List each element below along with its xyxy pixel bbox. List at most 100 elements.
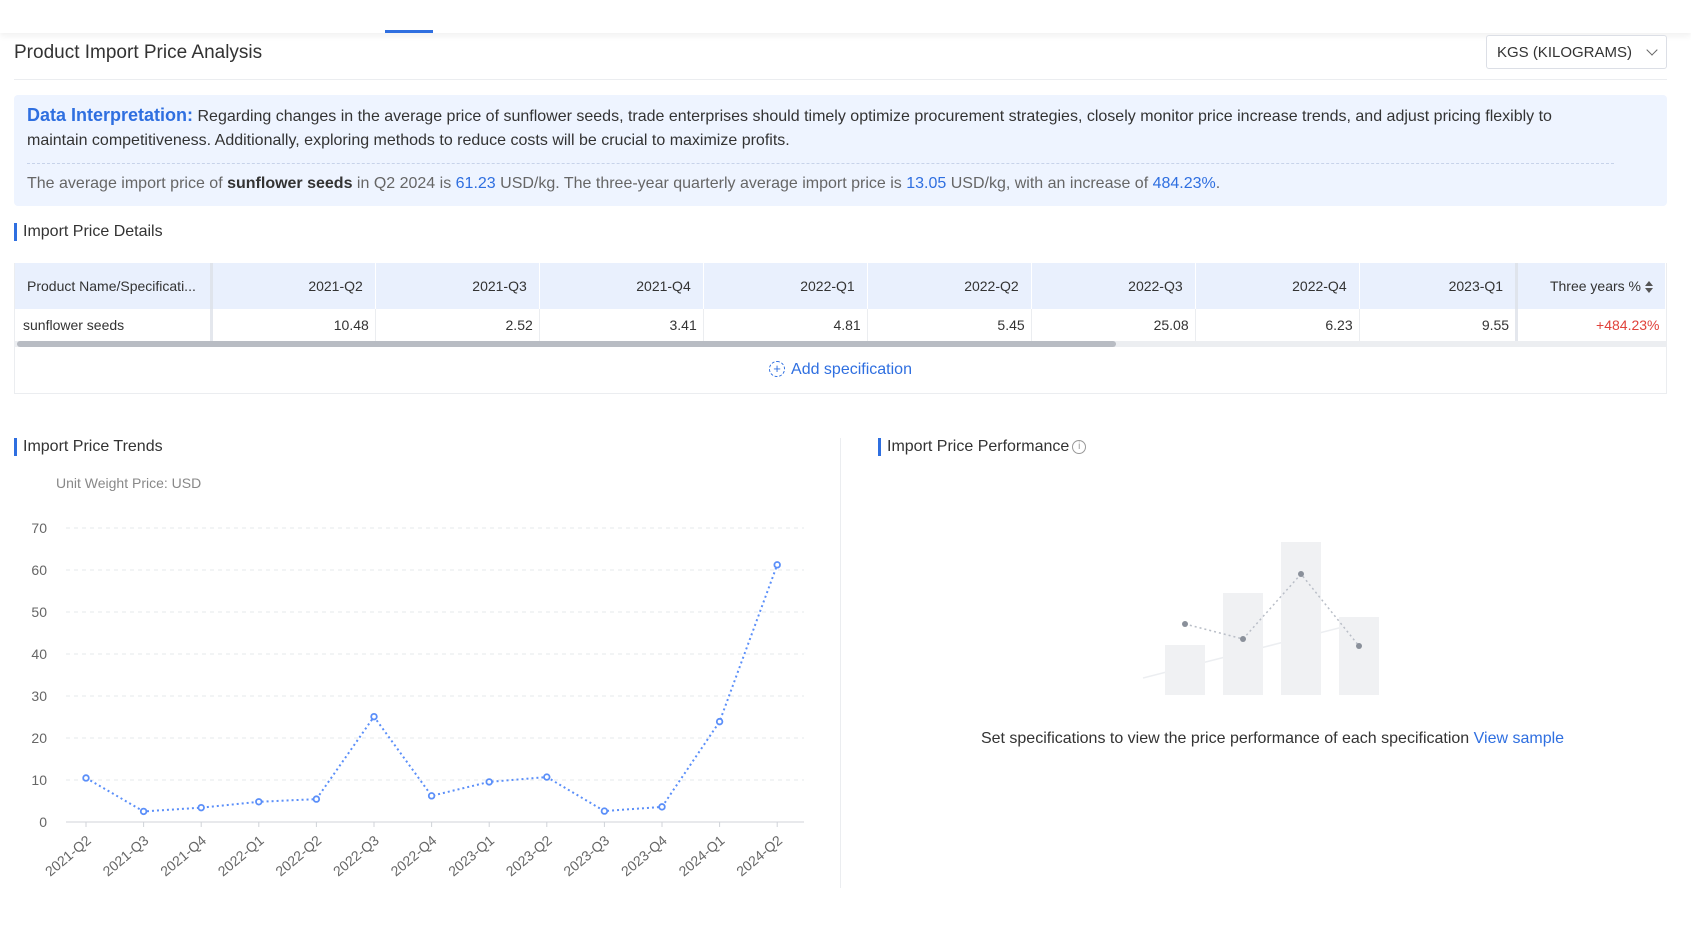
unit-select-value: KGS (KILOGRAMS) (1496, 44, 1632, 61)
y-tick-label: 50 (31, 604, 47, 620)
price-analysis-panel: Product Import Price Analysis KGS (KILOG… (14, 33, 1667, 888)
interpretation-label: Data Interpretation: (27, 105, 194, 125)
column-header: 2023-Q1 (1359, 263, 1518, 309)
unit-select[interactable]: KGS (KILOGRAMS) (1485, 35, 1667, 69)
x-tick-label: 2023-Q4 (618, 832, 670, 879)
column-header: 2022-Q1 (703, 263, 868, 309)
table-header-row: Product Name/Specificati... 2021-Q2 2021… (15, 263, 1666, 309)
import-price-trends-title: Import Price Trends (14, 438, 834, 456)
import-price-performance-panel: Import Price Performance i Set specificat… (878, 438, 1667, 888)
x-tick-label: 2023-Q2 (503, 832, 555, 879)
stats-text: in Q2 2024 is (352, 175, 456, 192)
x-tick-label: 2022-Q2 (272, 832, 324, 879)
illustration-bar (1223, 593, 1263, 695)
x-tick-label: 2021-Q2 (42, 832, 94, 879)
illustration-bar (1281, 542, 1321, 695)
table-cell: 2.52 (375, 309, 540, 341)
column-header: 2021-Q2 (211, 263, 376, 309)
data-point (543, 773, 551, 781)
table-horizontal-scrollbar[interactable] (15, 341, 1666, 347)
plus-circle-icon: + (769, 360, 786, 377)
info-circle-icon[interactable]: i (1072, 439, 1087, 454)
y-tick-label: 30 (31, 688, 47, 704)
x-tick-label: 2024-Q1 (676, 832, 728, 879)
stats-product: sunflower seeds (227, 175, 353, 192)
column-header: 2022-Q4 (1195, 263, 1360, 309)
interpretation-paragraph: Data Interpretation: Regarding changes i… (27, 103, 1654, 153)
illustration-point (1298, 571, 1304, 577)
illustration-point (1182, 621, 1188, 627)
dashed-divider (27, 163, 1614, 164)
data-point (255, 798, 263, 806)
illustration-bar (1339, 617, 1379, 695)
add-specification-button[interactable]: + Add specification (15, 347, 1666, 393)
page-title: Product Import Price Analysis (14, 42, 263, 63)
y-axis-label: Unit Weight Price: USD (56, 475, 201, 491)
x-tick-label: 2022-Q1 (215, 832, 267, 879)
table-cell: 9.55 (1359, 309, 1518, 341)
column-header-three-years-sortable[interactable]: Three years % (1515, 263, 1666, 309)
y-tick-label: 40 (31, 646, 47, 662)
data-point (312, 795, 321, 803)
data-interpretation-box: Data Interpretation: Regarding changes i… (14, 95, 1667, 206)
stats-text: USD/kg. The three-year quarterly average… (495, 175, 907, 192)
chevron-down-icon (1646, 44, 1658, 56)
x-tick-label: 2022-Q4 (388, 832, 440, 879)
import-price-trend-chart: Unit Weight Price: USD 0 10 20 30 40 50 60 70 2… (31, 475, 804, 879)
scrollbar-thumb[interactable] (17, 341, 1116, 347)
table-cell-three-years: +484.23% (1515, 309, 1666, 341)
y-tick-label: 20 (31, 730, 47, 746)
data-point (139, 807, 148, 816)
interpretation-text: Regarding changes in the average price o… (27, 108, 1552, 149)
panel-header: Product Import Price Analysis KGS (KILOG… (14, 33, 1667, 80)
y-tick-label: 10 (31, 772, 47, 788)
data-point (485, 778, 493, 786)
stats-text: The average import price of (27, 175, 228, 192)
illustration-bar (1165, 645, 1205, 695)
column-header-label: Three years % (1549, 278, 1641, 294)
performance-empty-message: Set specifications to view the price per… (878, 730, 1667, 748)
stats-text: . (1215, 175, 1221, 192)
table-cell: 4.81 (703, 309, 868, 341)
table-cell: 25.08 (1031, 309, 1196, 341)
column-header: 2021-Q3 (375, 263, 540, 309)
column-header: 2022-Q3 (1031, 263, 1196, 309)
sort-icon[interactable] (1645, 281, 1653, 294)
empty-state-illustration (1142, 542, 1379, 695)
import-price-details-title: Import Price Details (14, 223, 1667, 241)
x-tick-label: 2023-Q3 (560, 832, 612, 879)
table-row: sunflower seeds 10.48 2.52 3.41 4.81 5.4… (15, 309, 1666, 341)
panel-divider (840, 438, 841, 888)
y-tick-label: 70 (31, 520, 47, 536)
stats-text: USD/kg, with an increase of (946, 175, 1153, 192)
top-tab-bar (0, 0, 1691, 33)
illustration-point (1356, 643, 1362, 649)
interpretation-stats: The average import price of sunflower se… (27, 172, 1654, 196)
performance-title-label: Import Price Performance (887, 438, 1070, 455)
data-point (370, 712, 378, 721)
charts-area: Import Price Trends Unit Weight Price: U… (14, 438, 1667, 888)
data-point (600, 807, 609, 815)
data-point (773, 561, 781, 569)
view-sample-link[interactable]: View sample (1474, 730, 1564, 747)
x-tick-label: 2021-Q4 (157, 832, 209, 879)
stats-price: 61.23 (455, 175, 496, 192)
y-tick-label: 0 (39, 814, 47, 830)
table-cell-product: sunflower seeds (15, 309, 213, 341)
import-price-trends-panel: Import Price Trends Unit Weight Price: U… (14, 438, 834, 888)
illustration-line (1184, 572, 1360, 647)
data-point (715, 717, 724, 726)
import-price-performance-title: Import Price Performance i (878, 438, 1667, 456)
x-tick-label: 2021-Q3 (100, 832, 152, 879)
data-point (82, 774, 90, 782)
table-cell: 6.23 (1195, 309, 1360, 341)
column-header: 2022-Q2 (867, 263, 1032, 309)
price-details-table: Product Name/Specificati... 2021-Q2 2021… (15, 263, 1666, 341)
series-line (85, 564, 779, 813)
data-point (658, 803, 666, 811)
column-header: 2021-Q4 (539, 263, 704, 309)
x-tick-label: 2023-Q1 (445, 832, 497, 879)
data-point (197, 803, 205, 812)
price-details-table-wrapper: Product Name/Specificati... 2021-Q2 2021… (14, 263, 1667, 394)
table-cell: 3.41 (539, 309, 704, 341)
